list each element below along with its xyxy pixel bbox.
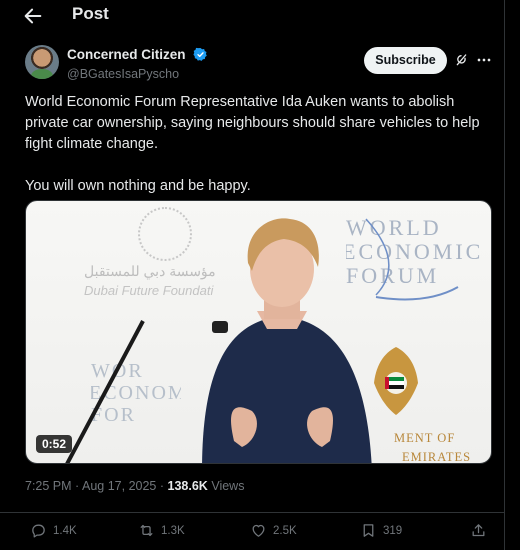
- uae-text-line: MENT OF: [394, 431, 456, 445]
- post-detail-panel: Post Concerned Citizen @BGatesIsaPyscho …: [0, 0, 505, 550]
- top-bar: Post: [0, 0, 505, 34]
- tweet-paragraph: World Economic Forum Representative Ida …: [25, 94, 480, 152]
- uae-text-line: EMIRATES: [402, 450, 472, 464]
- meta-separator: ·: [75, 479, 80, 493]
- post-meta: 7:25 PM · Aug 17, 2025 · 138.6K Views: [25, 479, 244, 493]
- more-horizontal-icon[interactable]: [476, 52, 492, 68]
- bookmark-icon: [363, 524, 374, 537]
- back-button[interactable]: [22, 5, 46, 27]
- share-button[interactable]: [470, 522, 493, 539]
- tweet-text: World Economic Forum Representative Ida …: [25, 92, 490, 197]
- avatar[interactable]: [25, 45, 59, 79]
- arrow-left-icon: [24, 8, 42, 24]
- views-label: Views: [211, 479, 245, 493]
- views-count: 138.6K: [167, 479, 208, 493]
- video-duration-badge: 0:52: [36, 435, 73, 453]
- reply-icon: [32, 524, 45, 538]
- action-bar: 1.4K 1.3K 2.5K 319: [0, 512, 505, 548]
- subscribe-button[interactable]: Subscribe: [364, 47, 447, 74]
- grok-icon[interactable]: [454, 52, 470, 68]
- verified-badge-icon: [193, 48, 207, 62]
- like-button[interactable]: 2.5K: [250, 522, 297, 539]
- page-title: Post: [72, 4, 109, 23]
- like-count: 2.5K: [273, 524, 297, 537]
- heart-icon: [252, 524, 265, 537]
- video-player[interactable]: مؤسسة دبي للمستقبل Dubai Future Foundati…: [25, 200, 492, 464]
- uae-ministry-text: MENT OF EMIRATES: [394, 429, 472, 464]
- post-date[interactable]: Aug 17, 2025: [82, 479, 156, 493]
- reply-button[interactable]: 1.4K: [30, 522, 77, 539]
- uae-emblem: [374, 347, 418, 415]
- repost-icon: [140, 524, 153, 537]
- repost-count: 1.3K: [161, 524, 185, 537]
- author-handle[interactable]: @BGatesIsaPyscho: [67, 67, 208, 81]
- reply-count: 1.4K: [53, 524, 77, 537]
- bookmark-button[interactable]: 319: [360, 522, 402, 539]
- meta-separator: ·: [159, 479, 165, 493]
- microphone: [212, 321, 228, 333]
- author-block: Concerned Citizen @BGatesIsaPyscho: [67, 46, 208, 81]
- share-icon: [472, 524, 485, 537]
- speaker-figure: [202, 218, 372, 463]
- repost-button[interactable]: 1.3K: [138, 522, 185, 539]
- bookmark-count: 319: [383, 524, 403, 537]
- author-display-name[interactable]: Concerned Citizen: [67, 47, 186, 62]
- post-time[interactable]: 7:25 PM: [25, 479, 72, 493]
- tweet-paragraph: You will own nothing and be happy.: [25, 178, 251, 194]
